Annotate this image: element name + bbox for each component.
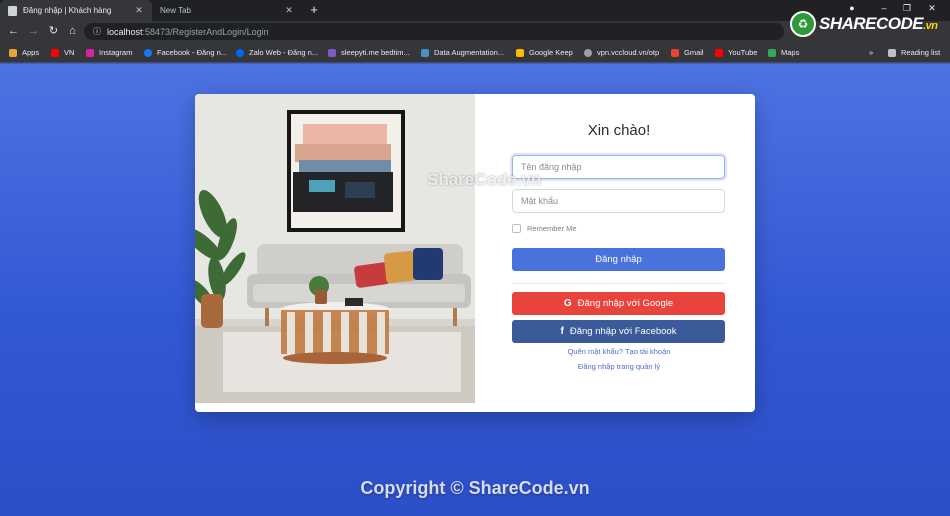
bookmark-apps[interactable]: Apps: [9, 42, 39, 63]
reload-icon[interactable]: ↻: [46, 24, 61, 39]
login-card: Xin chào! Remember Me Đăng nhập G Đăng n…: [195, 94, 755, 412]
reading-list-button[interactable]: Reading list: [888, 42, 940, 63]
keep-icon: [516, 48, 524, 57]
bookmark-facebook[interactable]: Facebook - Đăng n...: [144, 42, 227, 63]
back-arrow-icon[interactable]: ←: [6, 24, 21, 39]
facebook-icon: f: [560, 326, 564, 337]
tab-title: Đăng nhập | Khách hàng: [23, 6, 112, 15]
logo-suffix: .vn: [923, 20, 938, 32]
remember-checkbox[interactable]: [512, 224, 521, 233]
bookmark-vn[interactable]: VN: [51, 42, 74, 63]
instagram-icon: [86, 48, 94, 57]
recycle-icon: ♻: [790, 11, 816, 37]
bookmark-maps[interactable]: Maps: [768, 42, 799, 63]
bookmark-instagram[interactable]: Instagram: [86, 42, 132, 63]
bookmark-youtube[interactable]: YouTube: [715, 42, 757, 63]
close-tab-icon[interactable]: ✕: [134, 5, 144, 16]
username-input[interactable]: [512, 155, 725, 179]
globe-icon: [584, 48, 592, 57]
reading-list-icon: [888, 48, 896, 57]
url-path: :58473/RegisterAndLogin/Login: [142, 26, 269, 37]
zalo-icon: [236, 48, 244, 57]
bookmark-vpn[interactable]: vpn.vccloud.vn/otp: [584, 42, 659, 63]
tab-login[interactable]: Đăng nhập | Khách hàng ✕: [0, 0, 152, 21]
password-input[interactable]: [512, 189, 725, 213]
bookmarks-overflow-button[interactable]: »: [869, 42, 873, 63]
sharecode-logo: ♻ SHARECODE.vn: [790, 9, 938, 39]
info-icon[interactable]: ⓘ: [93, 26, 101, 37]
tab-new-tab[interactable]: New Tab ✕: [152, 0, 302, 21]
divider: [512, 283, 725, 284]
maps-icon: [768, 48, 776, 57]
watermark-text: ShareCode.vn: [427, 170, 542, 189]
data-icon: [421, 48, 429, 57]
facebook-icon: [144, 48, 152, 57]
tab-title: New Tab: [160, 6, 191, 15]
logo-text: SHARECODE: [819, 14, 924, 33]
close-tab-icon[interactable]: ✕: [284, 5, 294, 16]
address-bar[interactable]: ⓘ localhost:58473/RegisterAndLogin/Login: [84, 23, 784, 40]
facebook-login-label: Đăng nhập với Facebook: [569, 326, 677, 337]
google-login-label: Đăng nhập với Google: [577, 298, 674, 309]
facebook-login-button[interactable]: f Đăng nhập với Facebook: [512, 320, 725, 343]
copyright-text: Copyright © ShareCode.vn: [360, 478, 590, 498]
gmail-icon: [671, 48, 679, 57]
remember-me[interactable]: Remember Me: [512, 224, 577, 233]
admin-login-link[interactable]: Đăng nhập trang quản lý: [475, 362, 755, 371]
bookmark-gmail[interactable]: Gmail: [671, 42, 704, 63]
login-button[interactable]: Đăng nhập: [512, 248, 725, 271]
youtube-icon: [715, 48, 723, 57]
apps-grid-icon: [9, 48, 17, 57]
remember-label: Remember Me: [527, 224, 577, 233]
bookmark-google-keep[interactable]: Google Keep: [516, 42, 573, 63]
forgot-password-link[interactable]: Quên mật khẩu? Tạo tài khoản: [475, 347, 755, 356]
page-icon: [8, 5, 17, 16]
google-icon: G: [563, 298, 572, 309]
forward-arrow-icon[interactable]: →: [26, 24, 41, 39]
google-login-button[interactable]: G Đăng nhập với Google: [512, 292, 725, 315]
youtube-icon: [51, 48, 59, 57]
bookmark-zalo[interactable]: Zalo Web - Đăng n...: [236, 42, 318, 63]
sleepytime-icon: [328, 48, 336, 57]
login-heading: Xin chào!: [587, 122, 651, 139]
login-form: Xin chào! Remember Me Đăng nhập G Đăng n…: [475, 94, 755, 412]
bookmarks-bar: Apps VN Instagram Facebook - Đăng n... Z…: [0, 42, 950, 63]
home-icon[interactable]: ⌂: [65, 24, 80, 39]
new-tab-button[interactable]: +: [306, 2, 322, 18]
bookmark-data-augmentation[interactable]: Data Augmentation...: [421, 42, 504, 63]
url-host: localhost: [107, 26, 143, 37]
bookmark-sleepytime[interactable]: sleepyti.me bedtim...: [328, 42, 410, 63]
living-room-image: [195, 94, 475, 403]
